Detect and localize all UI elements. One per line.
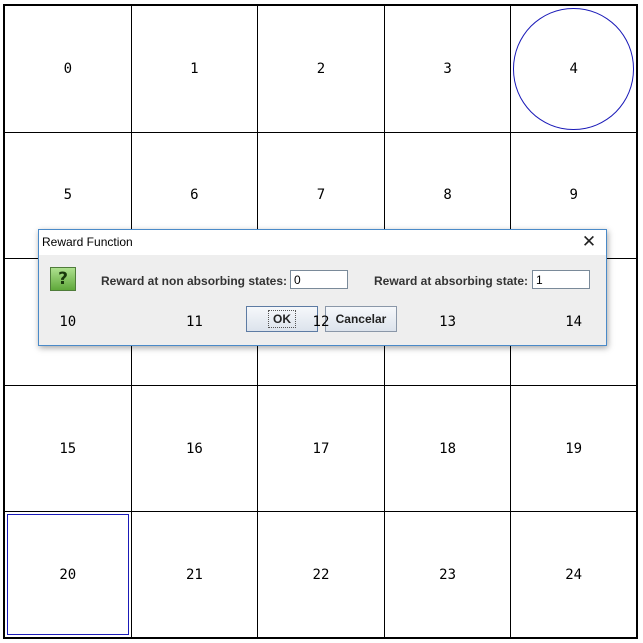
grid-cell-label: 20 xyxy=(59,566,77,583)
grid-cell-label: 8 xyxy=(443,187,452,204)
grid-cell-label: 17 xyxy=(312,440,330,457)
grid-cell-label: 22 xyxy=(312,566,330,583)
close-icon[interactable]: ✕ xyxy=(578,232,600,252)
grid-cell-21[interactable]: 21 xyxy=(131,512,259,639)
grid-cell-label: 1 xyxy=(190,60,199,77)
grid-cell-18[interactable]: 18 xyxy=(384,385,512,513)
grid-cell-label: 9 xyxy=(569,187,578,204)
grid-cell-24[interactable]: 24 xyxy=(511,512,638,639)
grid-cell-label: 11 xyxy=(185,313,203,330)
grid-cell-20[interactable]: 20 xyxy=(5,512,132,639)
grid-cell-label: 10 xyxy=(59,313,77,330)
grid-cell-22[interactable]: 22 xyxy=(258,512,385,639)
ok-button-label: OK xyxy=(268,310,296,328)
non-absorbing-reward-input[interactable] xyxy=(290,270,348,289)
absorbing-reward-input[interactable] xyxy=(532,270,590,289)
grid-cell-15[interactable]: 15 xyxy=(5,385,132,513)
grid-cell-1[interactable]: 1 xyxy=(131,6,259,133)
grid-cell-23[interactable]: 23 xyxy=(384,512,512,639)
grid-cell-label: 4 xyxy=(569,60,578,77)
grid-cell-label: 23 xyxy=(439,566,457,583)
dialog-title: Reward Function xyxy=(42,235,133,249)
grid-cell-label: 5 xyxy=(63,187,73,204)
grid-cell-label: 15 xyxy=(59,440,77,457)
grid-cell-4[interactable]: 4 xyxy=(511,6,638,133)
grid-cell-label: 13 xyxy=(439,313,457,330)
grid-cell-label: 2 xyxy=(316,60,326,77)
dialog-titlebar[interactable]: Reward Function ✕ xyxy=(39,230,606,255)
grid-cell-label: 0 xyxy=(63,60,73,77)
grid-cell-label: 6 xyxy=(190,187,199,204)
grid-cell-2[interactable]: 2 xyxy=(258,6,385,133)
cancel-button[interactable]: Cancelar xyxy=(325,306,397,332)
grid-cell-label: 3 xyxy=(443,60,452,77)
non-absorbing-reward-label: Reward at non absorbing states: xyxy=(101,274,288,288)
absorbing-reward-label: Reward at absorbing state: xyxy=(374,274,529,288)
grid-cell-label: 21 xyxy=(185,566,203,583)
grid-cell-label: 7 xyxy=(316,187,326,204)
grid-cell-0[interactable]: 0 xyxy=(5,6,132,133)
grid-cell-3[interactable]: 3 xyxy=(384,6,512,133)
grid-cell-label: 18 xyxy=(439,440,457,457)
grid-cell-label: 24 xyxy=(565,566,583,583)
ok-button[interactable]: OK xyxy=(246,306,318,332)
question-icon: ? xyxy=(50,267,76,291)
grid-cell-19[interactable]: 19 xyxy=(511,385,638,513)
grid-cell-label: 16 xyxy=(185,440,203,457)
grid-cell-label: 14 xyxy=(565,313,583,330)
grid-cell-17[interactable]: 17 xyxy=(258,385,385,513)
grid-cell-16[interactable]: 16 xyxy=(131,385,259,513)
grid-cell-label: 19 xyxy=(565,440,583,457)
grid-cell-label: 12 xyxy=(312,313,330,330)
